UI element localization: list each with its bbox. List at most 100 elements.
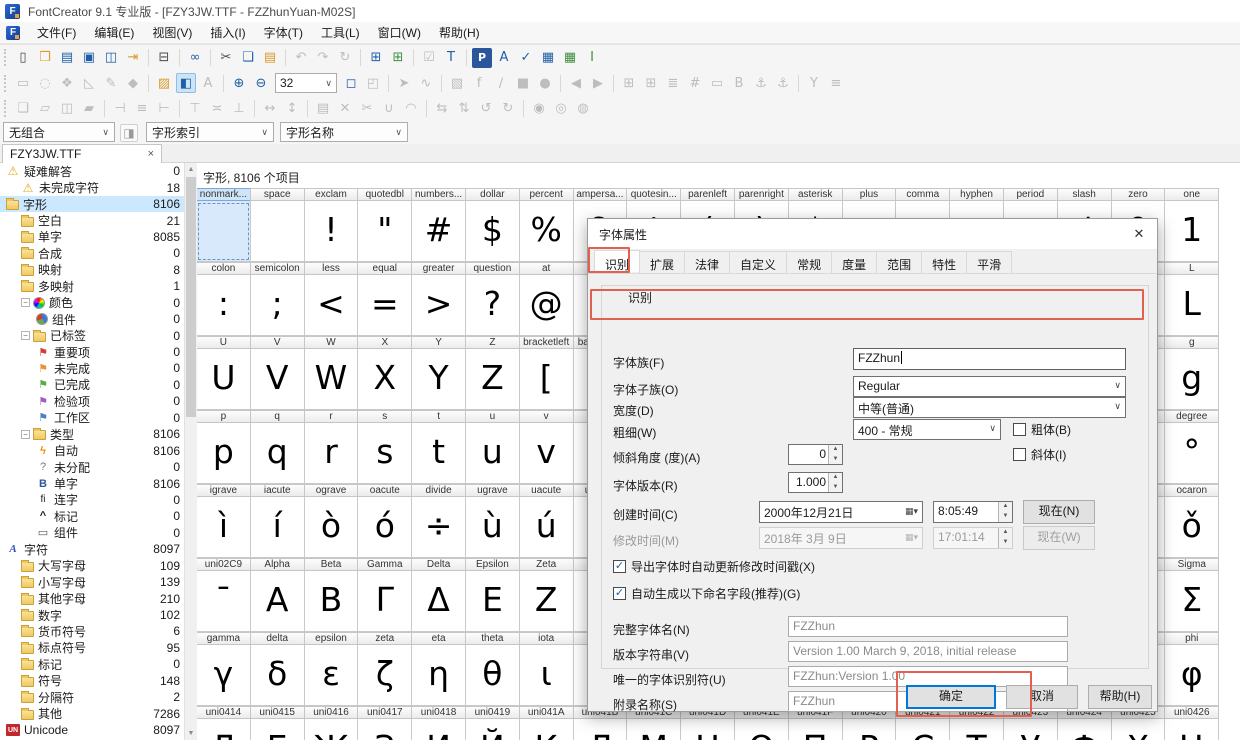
- glyph-cell[interactable]: θ: [464, 645, 520, 706]
- glyph-cell[interactable]: ε: [303, 645, 359, 706]
- glyph-column-header[interactable]: comma: [895, 188, 951, 201]
- scroll-up-icon[interactable]: ▲: [185, 163, 197, 176]
- glyph-cell[interactable]: Y: [411, 349, 466, 410]
- glyph-cell[interactable]: ù: [464, 497, 520, 558]
- glyph-cell[interactable]: О: [733, 719, 789, 740]
- glyph-cell[interactable]: 1: [1164, 201, 1220, 262]
- tree-item[interactable]: ? 未分配 0: [0, 459, 184, 475]
- glyph-cell[interactable]: í: [249, 497, 305, 558]
- glyph-metrics-icon[interactable]: T: [441, 48, 461, 68]
- open-installed-font-icon[interactable]: ▤: [57, 48, 77, 68]
- tree-item[interactable]: 其他字母 210: [0, 590, 184, 606]
- glyph-cell[interactable]: Д: [197, 719, 251, 740]
- glyph-column-header[interactable]: p: [197, 410, 251, 423]
- glyph-column-header[interactable]: uacute: [518, 484, 574, 497]
- dialog-tab-3[interactable]: 自定义: [729, 251, 788, 273]
- tree-item[interactable]: ⚑ 未完成 0: [0, 360, 184, 376]
- glyph-column-header[interactable]: uni0417: [357, 706, 413, 719]
- glyph-column-header[interactable]: Zeta: [518, 558, 574, 571]
- complete-composites-icon[interactable]: ✓: [516, 48, 536, 68]
- glyph-cell[interactable]: X: [357, 349, 413, 410]
- created-date-picker[interactable]: 2000年12月21日 ▦▾: [759, 501, 923, 523]
- tree-item[interactable]: 货币符号 6: [0, 623, 184, 639]
- tree-item[interactable]: 大写字母 109: [0, 558, 184, 574]
- glyph-cell[interactable]: И: [411, 719, 466, 740]
- spinner-arrows-icon[interactable]: ▲ ▼: [828, 473, 842, 492]
- glyph-cell[interactable]: Ж: [303, 719, 359, 740]
- sort-order-icon[interactable]: ◨: [120, 124, 138, 142]
- glyph-cell[interactable]: ÷: [411, 497, 466, 558]
- glyph-column-header[interactable]: less: [303, 262, 359, 275]
- glyph-cell[interactable]: V: [249, 349, 305, 410]
- autometrics-icon[interactable]: A: [494, 48, 514, 68]
- glyph-cell[interactable]: δ: [249, 645, 305, 706]
- glyph-column-header[interactable]: igrave: [197, 484, 251, 497]
- calendar-icon[interactable]: ▦▾: [905, 506, 918, 517]
- glyph-index-combo[interactable]: 字形索引 ∨: [146, 122, 274, 142]
- glyph-cell[interactable]: Σ: [1164, 571, 1220, 632]
- glyph-cell[interactable]: g: [1164, 349, 1220, 410]
- glyph-cell[interactable]: ǒ: [1164, 497, 1220, 558]
- tree-item[interactable]: ⚠ 未完成字符 18: [0, 179, 184, 196]
- glyph-cell[interactable]: u: [464, 423, 520, 484]
- glyph-cell[interactable]: [: [518, 349, 574, 410]
- new-document-icon[interactable]: ▯: [13, 48, 33, 68]
- glyph-cell[interactable]: #: [411, 201, 466, 262]
- tree-item[interactable]: 字形 8106: [0, 195, 184, 213]
- dialog-tab-8[interactable]: 平滑: [966, 251, 1013, 273]
- bold-checkbox[interactable]: ✓ 粗体(B): [1013, 421, 1071, 438]
- glyph-cell[interactable]: ;: [249, 275, 305, 336]
- background-image-icon[interactable]: ▨: [154, 73, 174, 93]
- glyph-column-header[interactable]: ocaron: [1164, 484, 1220, 497]
- glyph-cell[interactable]: Β: [303, 571, 359, 632]
- glyph-column-header[interactable]: W: [303, 336, 359, 349]
- glyph-cell[interactable]: Е: [249, 719, 305, 740]
- glyph-cell[interactable]: @: [518, 275, 574, 336]
- glyph-column-header[interactable]: uni0414: [197, 706, 251, 719]
- tree-item[interactable]: ⚑ 工作区 0: [0, 410, 184, 426]
- glyph-cell[interactable]: s: [357, 423, 413, 484]
- glyph-column-header[interactable]: Epsilon: [464, 558, 520, 571]
- tree-item[interactable]: ⚠ 疑难解答 0: [0, 163, 184, 179]
- help-button[interactable]: 帮助(H): [1088, 685, 1152, 709]
- zoom-level-combo[interactable]: 32 ∨: [275, 73, 337, 93]
- dialog-tab-6[interactable]: 范围: [876, 251, 923, 273]
- glyph-cell[interactable]: $: [464, 201, 520, 262]
- preview-toolbar-icon[interactable]: P: [472, 47, 492, 68]
- glyph-cell[interactable]: !: [303, 201, 359, 262]
- glyph-column-header[interactable]: divide: [411, 484, 466, 497]
- tree-item[interactable]: − 颜色 0: [0, 295, 184, 311]
- glyph-cell[interactable]: Ε: [464, 571, 520, 632]
- glyph-column-header[interactable]: zeta: [357, 632, 413, 645]
- glyph-cell[interactable]: ò: [303, 497, 359, 558]
- glyph-column-header[interactable]: delta: [249, 632, 305, 645]
- glyph-column-header[interactable]: ugrave: [464, 484, 520, 497]
- glyph-cell[interactable]: Х: [1110, 719, 1166, 740]
- save-font-icon[interactable]: ▣: [79, 48, 99, 68]
- menu-item-7[interactable]: 帮助(H): [430, 23, 489, 43]
- glyph-column-header[interactable]: bracketleft: [518, 336, 574, 349]
- family-input[interactable]: FZZhun: [853, 348, 1126, 370]
- glyph-column-header[interactable]: U: [197, 336, 251, 349]
- created-time-spinner[interactable]: 8:05:49 ▲ ▼: [933, 501, 1013, 523]
- glyph-column-header[interactable]: eta: [411, 632, 466, 645]
- glyph-cell[interactable]: γ: [197, 645, 251, 706]
- created-now-button[interactable]: 现在(N): [1023, 500, 1095, 524]
- tree-item[interactable]: 空白 21: [0, 212, 184, 228]
- weight-select[interactable]: 400 - 常规 ∨: [853, 419, 1001, 440]
- tree-item[interactable]: fi 连字 0: [0, 492, 184, 508]
- glyph-column-header[interactable]: quotedbl: [357, 188, 413, 201]
- zoom-out-icon[interactable]: ⊖: [251, 73, 271, 93]
- glyph-cell[interactable]: [197, 201, 251, 262]
- menu-item-1[interactable]: 编辑(E): [85, 23, 143, 43]
- glyph-column-header[interactable]: s: [357, 410, 413, 423]
- tree-item[interactable]: 标记 0: [0, 656, 184, 672]
- glyph-cell[interactable]: ó: [357, 497, 413, 558]
- subfamily-select[interactable]: Regular ∨: [853, 376, 1126, 397]
- italic-checkbox[interactable]: ✓ 斜体(I): [1013, 446, 1066, 463]
- glyph-column-header[interactable]: t: [411, 410, 466, 423]
- glyph-column-header[interactable]: degree: [1164, 410, 1220, 423]
- glyph-column-header[interactable]: oacute: [357, 484, 413, 497]
- tree-scrollbar[interactable]: ▲ ▼: [185, 163, 197, 740]
- glyph-cell[interactable]: ˉ: [197, 571, 251, 632]
